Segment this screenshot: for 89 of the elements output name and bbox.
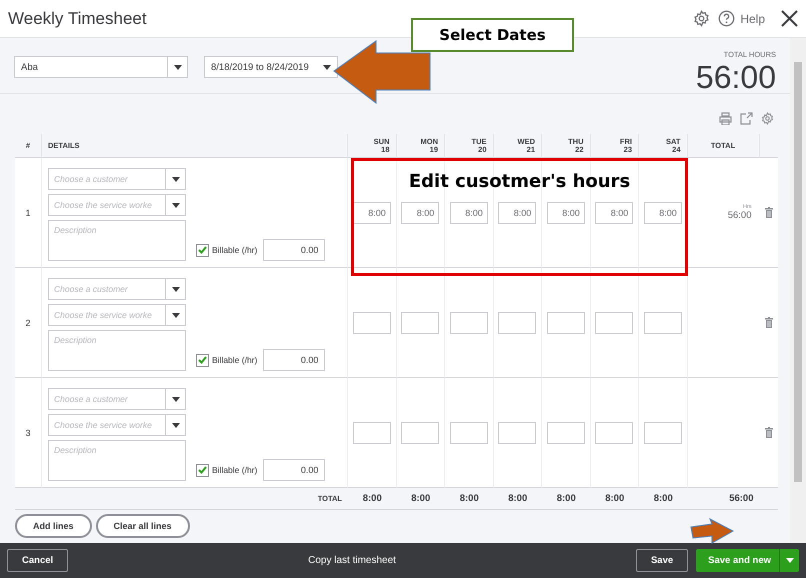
day-total: 8:00 <box>460 493 479 504</box>
dropdown-button[interactable] <box>166 304 186 326</box>
hours-field[interactable] <box>595 312 634 334</box>
trash-icon[interactable] <box>764 317 772 328</box>
description-field[interactable]: Description <box>48 440 186 481</box>
hours-field[interactable] <box>595 422 634 444</box>
trash-icon[interactable] <box>764 427 772 438</box>
hours-field[interactable]: 8:00 <box>498 202 536 224</box>
row-total: 56:00 <box>728 210 752 221</box>
row-number: 2 <box>25 318 30 328</box>
day-total: 8:00 <box>605 493 624 504</box>
day-total: 8:00 <box>556 493 576 504</box>
caret-icon <box>172 422 180 428</box>
dropdown-button[interactable] <box>166 278 186 300</box>
caret-icon <box>172 396 180 402</box>
line-button[interactable]: Clear all lines <box>96 514 190 538</box>
billable-label: Billable (/hr) <box>212 355 258 365</box>
hours-field[interactable] <box>450 422 488 444</box>
total-hours-value: 56:00 <box>696 59 776 96</box>
day-total: 8:00 <box>508 493 528 504</box>
row-number: 3 <box>25 428 30 438</box>
rate-field[interactable]: 0.00 <box>263 239 326 261</box>
day-total: 8:00 <box>362 493 382 504</box>
caret-icon <box>172 312 180 318</box>
hours-field[interactable] <box>401 312 440 334</box>
billable-checkbox[interactable] <box>196 244 209 256</box>
hours-field[interactable] <box>352 312 391 334</box>
help-icon <box>718 10 736 27</box>
caret-icon <box>172 286 180 292</box>
hours-field[interactable]: 8:00 <box>352 202 391 224</box>
day-total: 8:00 <box>654 493 673 504</box>
service-field[interactable]: Choose the service worke <box>48 414 166 436</box>
hours-field[interactable] <box>644 422 682 444</box>
hours-field[interactable] <box>546 422 585 444</box>
employee-select[interactable]: Aba <box>14 56 188 78</box>
dropdown-button[interactable] <box>166 388 186 410</box>
hours-field[interactable]: 8:00 <box>644 202 682 224</box>
customer-field[interactable]: Choose a customer <box>48 168 166 190</box>
rate-field[interactable]: 0.00 <box>263 459 326 481</box>
description-field[interactable]: Description <box>48 330 186 371</box>
hours-field[interactable] <box>498 312 536 334</box>
description-field[interactable]: Description <box>48 220 186 261</box>
dropdown-button[interactable] <box>166 414 186 436</box>
hours-field[interactable]: 8:00 <box>546 202 585 224</box>
highlight-text: Edit cusotmer's hours <box>408 171 630 194</box>
row-number: 1 <box>25 208 30 218</box>
scrollbar[interactable] <box>790 38 806 543</box>
trash-icon[interactable] <box>764 207 772 218</box>
copy-last-timesheet-link[interactable]: Copy last timesheet <box>76 555 628 566</box>
billable-label: Billable (/hr) <box>212 465 258 475</box>
hours-field[interactable] <box>401 422 440 444</box>
billable-label: Billable (/hr) <box>212 245 258 255</box>
line-button[interactable]: Add lines <box>15 514 92 538</box>
caret-icon <box>172 176 180 182</box>
caret-icon <box>172 202 180 208</box>
dropdown-button[interactable] <box>166 168 186 190</box>
day-total: 8:00 <box>411 493 430 504</box>
billable-checkbox[interactable] <box>196 354 209 366</box>
date-range-select[interactable]: 8/18/2019 to 8/24/2019 <box>204 56 338 78</box>
settings-icon[interactable] <box>693 10 710 27</box>
caret-icon <box>174 64 182 70</box>
rate-field[interactable]: 0.00 <box>263 349 326 371</box>
settings-icon[interactable] <box>761 112 774 124</box>
arrow-drawing <box>690 518 734 544</box>
hours-field[interactable] <box>644 312 682 334</box>
window-title: Weekly Timesheet <box>8 8 148 28</box>
dropdown-button[interactable] <box>166 194 186 216</box>
print-icon[interactable] <box>719 112 732 124</box>
grand-total: 56:00 <box>729 493 754 504</box>
caret-icon <box>786 558 794 563</box>
callout-text: Select Dates <box>439 26 546 44</box>
help-link[interactable]: Help <box>718 10 765 27</box>
export-icon[interactable] <box>740 112 753 124</box>
hours-field[interactable] <box>498 422 536 444</box>
billable-checkbox[interactable] <box>196 464 209 476</box>
cancel-button[interactable]: Cancel <box>7 549 68 572</box>
save-button[interactable]: Save <box>636 549 688 572</box>
customer-field[interactable]: Choose a customer <box>48 278 166 300</box>
hours-field[interactable]: 8:00 <box>450 202 488 224</box>
service-field[interactable]: Choose the service worke <box>48 304 166 326</box>
close-icon[interactable] <box>781 10 798 27</box>
hours-field[interactable]: 8:00 <box>401 202 440 224</box>
hours-field[interactable] <box>352 422 391 444</box>
hours-field[interactable] <box>546 312 585 334</box>
hours-field[interactable] <box>450 312 488 334</box>
service-field[interactable]: Choose the service worke <box>48 194 166 216</box>
caret-icon <box>323 64 331 70</box>
hours-field[interactable]: 8:00 <box>595 202 634 224</box>
customer-field[interactable]: Choose a customer <box>48 388 166 410</box>
